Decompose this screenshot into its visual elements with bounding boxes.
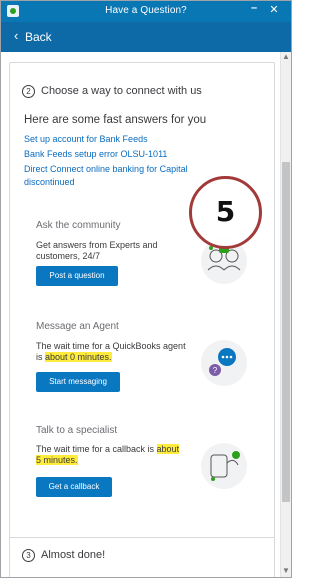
minimize-button[interactable]: – bbox=[247, 2, 261, 14]
step-2-number: 2 bbox=[22, 85, 35, 98]
scroll-down-icon[interactable]: ▼ bbox=[282, 566, 290, 575]
get-callback-button[interactable]: Get a callback bbox=[36, 477, 112, 497]
step-annotation-number: 5 bbox=[215, 195, 236, 228]
step-3-title: Almost done! bbox=[41, 549, 106, 561]
start-messaging-button[interactable]: Start messaging bbox=[36, 372, 120, 392]
svg-text:?: ? bbox=[213, 366, 218, 375]
faq-link-olsu-1011[interactable]: Bank Feeds setup error OLSU-1011 bbox=[24, 149, 167, 159]
scroll-up-icon[interactable]: ▲ bbox=[282, 52, 290, 61]
section-divider bbox=[9, 537, 275, 538]
content-area: 2 Choose a way to connect with us Here a… bbox=[1, 52, 279, 577]
help-window: Have a Question? – ✕ ‹ Back 2 Choose a w… bbox=[0, 0, 292, 578]
step-annotation-badge: 5 bbox=[189, 176, 262, 249]
post-question-button[interactable]: Post a question bbox=[36, 266, 118, 286]
faq-link-bank-feeds-setup[interactable]: Set up account for Bank Feeds bbox=[24, 134, 148, 144]
community-description: Get answers from Experts and customers, … bbox=[36, 240, 158, 261]
chevron-left-icon: ‹ bbox=[14, 28, 19, 43]
specialist-heading: Talk to a specialist bbox=[36, 425, 118, 436]
fast-answers-title: Here are some fast answers for you bbox=[24, 114, 207, 126]
specialist-description-text: The wait time for a callback is bbox=[36, 444, 157, 454]
specialist-description: The wait time for a callback is about 5 … bbox=[36, 444, 186, 466]
step-3-number: 3 bbox=[22, 549, 35, 562]
scrollbar-thumb[interactable] bbox=[282, 162, 290, 502]
close-button[interactable]: ✕ bbox=[267, 4, 281, 16]
faq-link-direct-connect[interactable]: Direct Connect online banking for Capita… bbox=[24, 164, 188, 174]
back-bar[interactable]: ‹ Back bbox=[1, 22, 291, 52]
back-button-label: Back bbox=[25, 30, 52, 44]
chat-illustration-icon: ? bbox=[201, 340, 247, 386]
agent-wait-time: about 0 minutes. bbox=[45, 352, 112, 362]
agent-heading: Message an Agent bbox=[36, 321, 119, 332]
step-2-title: Choose a way to connect with us bbox=[41, 85, 202, 97]
agent-description: The wait time for a QuickBooks agent is … bbox=[36, 341, 186, 363]
phone-illustration-icon bbox=[201, 443, 247, 489]
window-titlebar: Have a Question? – ✕ bbox=[1, 1, 291, 22]
connect-card: 2 Choose a way to connect with us Here a… bbox=[9, 62, 275, 577]
vertical-scrollbar[interactable]: ▲ ▼ bbox=[280, 52, 291, 577]
faq-link-discontinued[interactable]: discontinued bbox=[24, 177, 75, 187]
community-heading: Ask the community bbox=[36, 220, 121, 231]
